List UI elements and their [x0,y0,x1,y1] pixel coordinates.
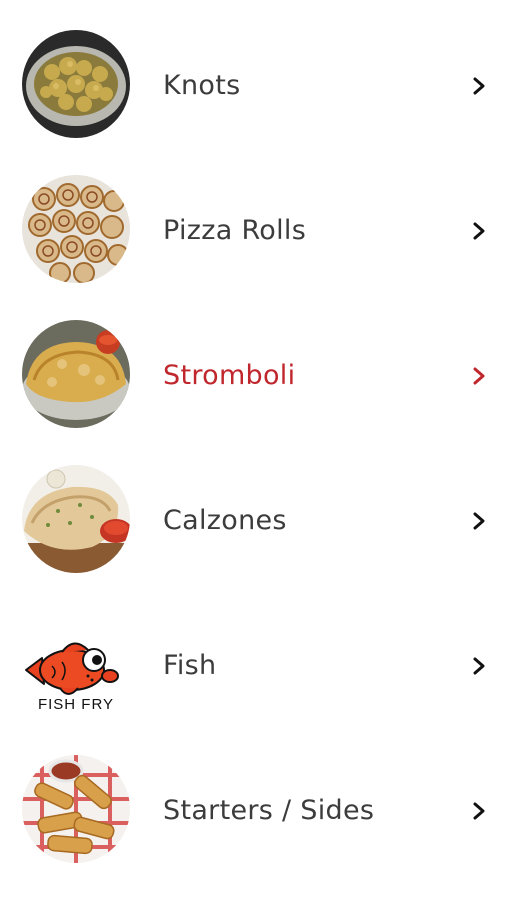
pizza-rolls-image [22,175,130,283]
starters-sides-image [22,755,130,863]
chevron-right-icon [470,799,488,823]
menu-row-label: Stromboli [163,360,296,391]
chevron-right-icon [470,74,488,98]
menu-row-knots[interactable]: Knots [0,0,507,145]
fish-fry-caption: FISH FRY [37,696,115,713]
garlic-knots-image [22,30,130,138]
chevron-right-icon [470,509,488,533]
chevron-right-icon [470,219,488,243]
menu-row-label: Knots [163,70,241,101]
menu-row-label: Calzones [163,505,287,536]
chevron-right-icon [470,364,488,388]
menu-row-fish[interactable]: FISH FRY Fish [0,580,507,725]
menu-row-label: Fish [163,650,217,681]
menu-row-label: Pizza Rolls [163,215,307,246]
stromboli-image [22,320,130,428]
menu-row-label: Starters / Sides [163,795,375,826]
chevron-right-icon [470,654,488,678]
menu-row-pizza-rolls[interactable]: Pizza Rolls [0,145,507,290]
calzones-image [22,465,130,573]
menu-row-starters-sides[interactable]: Starters / Sides [0,725,507,870]
menu-row-calzones[interactable]: Calzones [0,435,507,580]
menu-row-stromboli[interactable]: Stromboli [0,290,507,435]
category-menu-list: Knots Pizza Rolls Stromboli Calzones FIS… [0,0,507,900]
